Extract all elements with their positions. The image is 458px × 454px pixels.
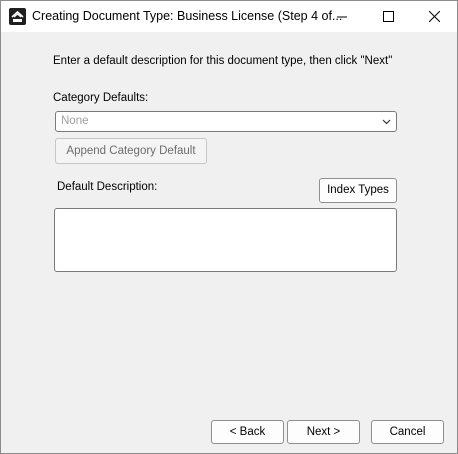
chevron-down-icon (382, 119, 391, 125)
append-category-default-button[interactable]: Append Category Default (55, 138, 207, 164)
instructions-text: Enter a default description for this doc… (53, 55, 393, 67)
app-logo-icon (9, 8, 26, 25)
close-icon (428, 11, 440, 22)
close-button[interactable] (411, 1, 457, 32)
category-defaults-select[interactable]: None (55, 111, 397, 132)
maximize-button[interactable] (365, 1, 411, 32)
minimize-button[interactable] (319, 1, 365, 32)
index-types-button[interactable]: Index Types (319, 178, 397, 203)
category-defaults-value: None (61, 115, 89, 127)
default-description-label: Default Description: (57, 181, 158, 193)
window-title: Creating Document Type: Business License… (32, 9, 343, 23)
category-defaults-label: Category Defaults: (53, 92, 149, 104)
maximize-icon (382, 11, 394, 22)
title-bar[interactable]: Creating Document Type: Business License… (1, 1, 457, 32)
cancel-button[interactable]: Cancel (371, 420, 444, 444)
default-description-textarea[interactable] (54, 208, 397, 272)
next-button[interactable]: Next > (287, 420, 360, 444)
minimize-icon (337, 16, 347, 17)
wizard-window: Creating Document Type: Business License… (0, 0, 458, 454)
back-button[interactable]: < Back (211, 420, 284, 444)
